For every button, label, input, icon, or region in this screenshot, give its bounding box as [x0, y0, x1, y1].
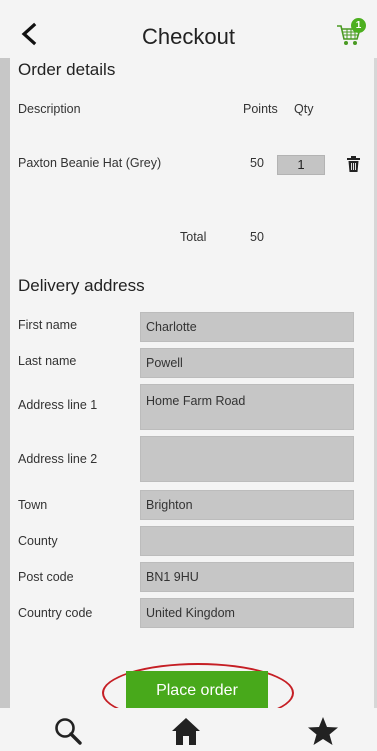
town-field[interactable] — [140, 490, 354, 520]
address-line-1-field[interactable]: Home Farm Road — [140, 384, 354, 430]
post-code-field[interactable] — [140, 562, 354, 592]
address-line-1-label: Address line 1 — [18, 398, 98, 412]
country-code-label: Country code — [18, 606, 93, 620]
page-title: Checkout — [142, 24, 235, 49]
country-code-field[interactable] — [140, 598, 354, 628]
total-label: Total — [180, 230, 207, 244]
last-name-field[interactable] — [140, 348, 354, 378]
star-icon[interactable] — [308, 716, 338, 746]
county-field[interactable] — [140, 526, 354, 556]
checkout-content: Order details Description Points Qty Pax… — [0, 58, 377, 723]
post-code-label: Post code — [18, 570, 74, 584]
search-icon[interactable] — [53, 716, 83, 746]
first-name-label: First name — [18, 318, 78, 332]
home-icon[interactable] — [171, 716, 201, 746]
address-line-2-field[interactable] — [140, 436, 354, 482]
item-description: Paxton Beanie Hat (Grey) — [18, 156, 162, 170]
trash-icon[interactable] — [347, 156, 360, 172]
left-accent-bar — [0, 58, 10, 708]
first-name-field[interactable] — [140, 312, 354, 342]
address-line-2-label: Address line 2 — [18, 452, 98, 466]
county-label: County — [18, 534, 58, 548]
bottom-nav — [0, 708, 377, 751]
place-order-button[interactable]: Place order — [126, 671, 268, 711]
last-name-label: Last name — [18, 354, 77, 368]
column-header-points: Points — [243, 102, 278, 116]
town-label: Town — [18, 498, 48, 512]
item-qty-input[interactable]: 1 — [277, 155, 325, 175]
column-header-qty: Qty — [294, 102, 314, 116]
total-value: 50 — [250, 230, 264, 244]
delivery-address-title: Delivery address — [18, 276, 145, 295]
order-details-title: Order details — [18, 60, 116, 79]
column-header-description: Description — [18, 102, 81, 116]
header-bar: Checkout 1 — [0, 0, 377, 58]
cart-count-badge: 1 — [351, 18, 366, 33]
item-points: 50 — [250, 156, 264, 170]
